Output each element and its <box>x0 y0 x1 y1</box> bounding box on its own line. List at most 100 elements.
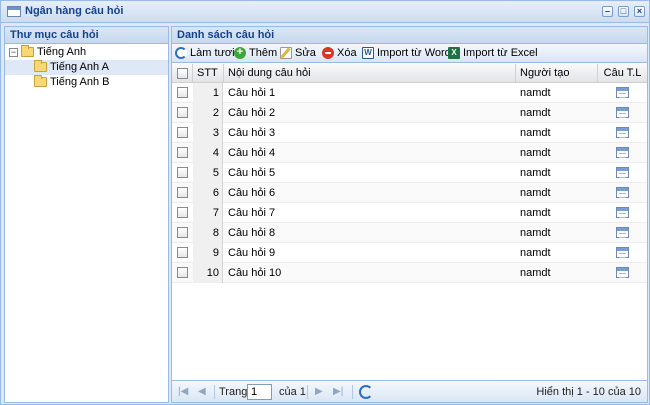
row-checkbox[interactable] <box>177 207 188 218</box>
page-summary: Hiển thị 1 - 10 của 10 <box>536 386 641 398</box>
select-all-checkbox[interactable] <box>177 68 188 79</box>
row-content: Câu hỏi 4 <box>228 147 276 159</box>
answers-grid-icon[interactable] <box>616 147 629 158</box>
pager-divider <box>214 385 215 399</box>
question-list-panel: Danh sách câu hỏi Làm tươi + Thêm Sửa Xó… <box>171 26 648 403</box>
column-header-stt[interactable]: STT <box>193 64 224 83</box>
row-stt: 1 <box>193 83 223 103</box>
row-stt: 6 <box>193 183 223 203</box>
table-row[interactable]: 8 Câu hỏi 8 namdt <box>172 223 647 243</box>
table-row[interactable]: 1 Câu hỏi 1 namdt <box>172 83 647 103</box>
row-creator: namdt <box>520 247 551 259</box>
edit-icon <box>280 47 292 59</box>
folder-icon <box>34 60 47 72</box>
table-row[interactable]: 4 Câu hỏi 4 namdt <box>172 143 647 163</box>
table-row[interactable]: 3 Câu hỏi 3 namdt <box>172 123 647 143</box>
page-label: Trang <box>219 386 248 398</box>
tree-node-root[interactable]: − Tiếng Anh <box>5 45 168 60</box>
next-page-icon[interactable]: ▶ <box>315 385 323 399</box>
folder-open-icon <box>21 45 34 57</box>
column-header-answers[interactable]: Câu T.L <box>598 64 647 83</box>
add-icon: + <box>234 47 246 59</box>
row-content: Câu hỏi 1 <box>228 87 276 99</box>
row-checkbox[interactable] <box>177 107 188 118</box>
tree-node-label: Tiếng Anh <box>37 46 87 58</box>
question-grid: STT Nội dung câu hỏi Người tạo Câu T.L 1… <box>172 64 647 283</box>
pager-divider <box>307 385 308 399</box>
row-checkbox[interactable] <box>177 247 188 258</box>
row-creator: namdt <box>520 167 551 179</box>
page-count-label: của 1 <box>279 386 306 398</box>
row-creator: namdt <box>520 147 551 159</box>
row-stt: 10 <box>193 263 223 283</box>
row-content: Câu hỏi 7 <box>228 207 276 219</box>
row-content: Câu hỏi 10 <box>228 267 282 279</box>
window-header: Ngân hàng câu hỏi – □ × <box>1 1 649 23</box>
pager-refresh-icon[interactable] <box>359 385 373 399</box>
first-page-icon[interactable]: |◀ <box>178 385 188 399</box>
prev-page-icon[interactable]: ◀ <box>198 385 206 399</box>
answers-grid-icon[interactable] <box>616 107 629 118</box>
window-title: Ngân hàng câu hỏi <box>25 5 124 17</box>
row-content: Câu hỏi 3 <box>228 127 276 139</box>
tree-node-tieng-anh-b[interactable]: Tiếng Anh B <box>5 75 168 90</box>
answers-grid-icon[interactable] <box>616 227 629 238</box>
row-checkbox[interactable] <box>177 167 188 178</box>
tree-node-tieng-anh-a[interactable]: Tiếng Anh A <box>5 60 168 75</box>
collapse-icon[interactable]: − <box>9 48 18 57</box>
answers-grid-icon[interactable] <box>616 207 629 218</box>
column-header-creator[interactable]: Người tạo <box>516 64 598 83</box>
answers-grid-icon[interactable] <box>616 247 629 258</box>
page-number-input[interactable] <box>247 384 272 400</box>
row-stt: 5 <box>193 163 223 183</box>
row-checkbox[interactable] <box>177 187 188 198</box>
question-list-title: Danh sách câu hỏi <box>172 27 647 44</box>
folder-panel-title: Thư mục câu hỏi <box>5 27 168 44</box>
row-content: Câu hỏi 6 <box>228 187 276 199</box>
minimize-button[interactable]: – <box>602 6 613 17</box>
answers-grid-icon[interactable] <box>616 167 629 178</box>
question-bank-window: Ngân hàng câu hỏi – □ × Thư mục câu hỏi … <box>0 0 650 405</box>
row-stt: 3 <box>193 123 223 143</box>
table-row[interactable]: 2 Câu hỏi 2 namdt <box>172 103 647 123</box>
row-checkbox[interactable] <box>177 147 188 158</box>
select-all-header <box>172 64 193 83</box>
table-row[interactable]: 6 Câu hỏi 6 namdt <box>172 183 647 203</box>
row-content: Câu hỏi 2 <box>228 107 276 119</box>
window-icon <box>7 6 21 17</box>
row-stt: 7 <box>193 203 223 223</box>
question-toolbar: Làm tươi + Thêm Sửa Xóa W Import từ Word… <box>172 44 647 63</box>
excel-icon: X <box>448 47 460 59</box>
pagination-bar: |◀ ◀ Trang của 1 ▶ ▶| Hiển thị 1 - 10 củ… <box>172 380 647 402</box>
row-creator: namdt <box>520 207 551 219</box>
last-page-icon[interactable]: ▶| <box>333 385 343 399</box>
answers-grid-icon[interactable] <box>616 267 629 278</box>
close-button[interactable]: × <box>634 6 645 17</box>
table-row[interactable]: 7 Câu hỏi 7 namdt <box>172 203 647 223</box>
word-icon: W <box>362 47 374 59</box>
tree-node-label: Tiếng Anh A <box>50 61 109 73</box>
row-checkbox[interactable] <box>177 87 188 98</box>
row-creator: namdt <box>520 107 551 119</box>
answers-grid-icon[interactable] <box>616 87 629 98</box>
answers-grid-icon[interactable] <box>616 127 629 138</box>
row-content: Câu hỏi 5 <box>228 167 276 179</box>
table-row[interactable]: 5 Câu hỏi 5 namdt <box>172 163 647 183</box>
pager-divider <box>352 385 353 399</box>
folder-tree: − Tiếng Anh Tiếng Anh A Tiếng Anh B <box>5 44 168 90</box>
row-stt: 8 <box>193 223 223 243</box>
table-row[interactable]: 9 Câu hỏi 9 namdt <box>172 243 647 263</box>
row-checkbox[interactable] <box>177 267 188 278</box>
row-creator: namdt <box>520 187 551 199</box>
row-checkbox[interactable] <box>177 127 188 138</box>
table-row[interactable]: 10 Câu hỏi 10 namdt <box>172 263 647 283</box>
column-header-content[interactable]: Nội dung câu hỏi <box>224 64 516 83</box>
folder-panel: Thư mục câu hỏi − Tiếng Anh Tiếng Anh A … <box>4 26 169 403</box>
answers-grid-icon[interactable] <box>616 187 629 198</box>
row-creator: namdt <box>520 227 551 239</box>
row-content: Câu hỏi 9 <box>228 247 276 259</box>
refresh-icon <box>175 47 187 59</box>
grid-body: 1 Câu hỏi 1 namdt 2 Câu hỏi 2 namdt 3 Câu hỏi 3… <box>172 83 647 283</box>
row-checkbox[interactable] <box>177 227 188 238</box>
maximize-button[interactable]: □ <box>618 6 629 17</box>
